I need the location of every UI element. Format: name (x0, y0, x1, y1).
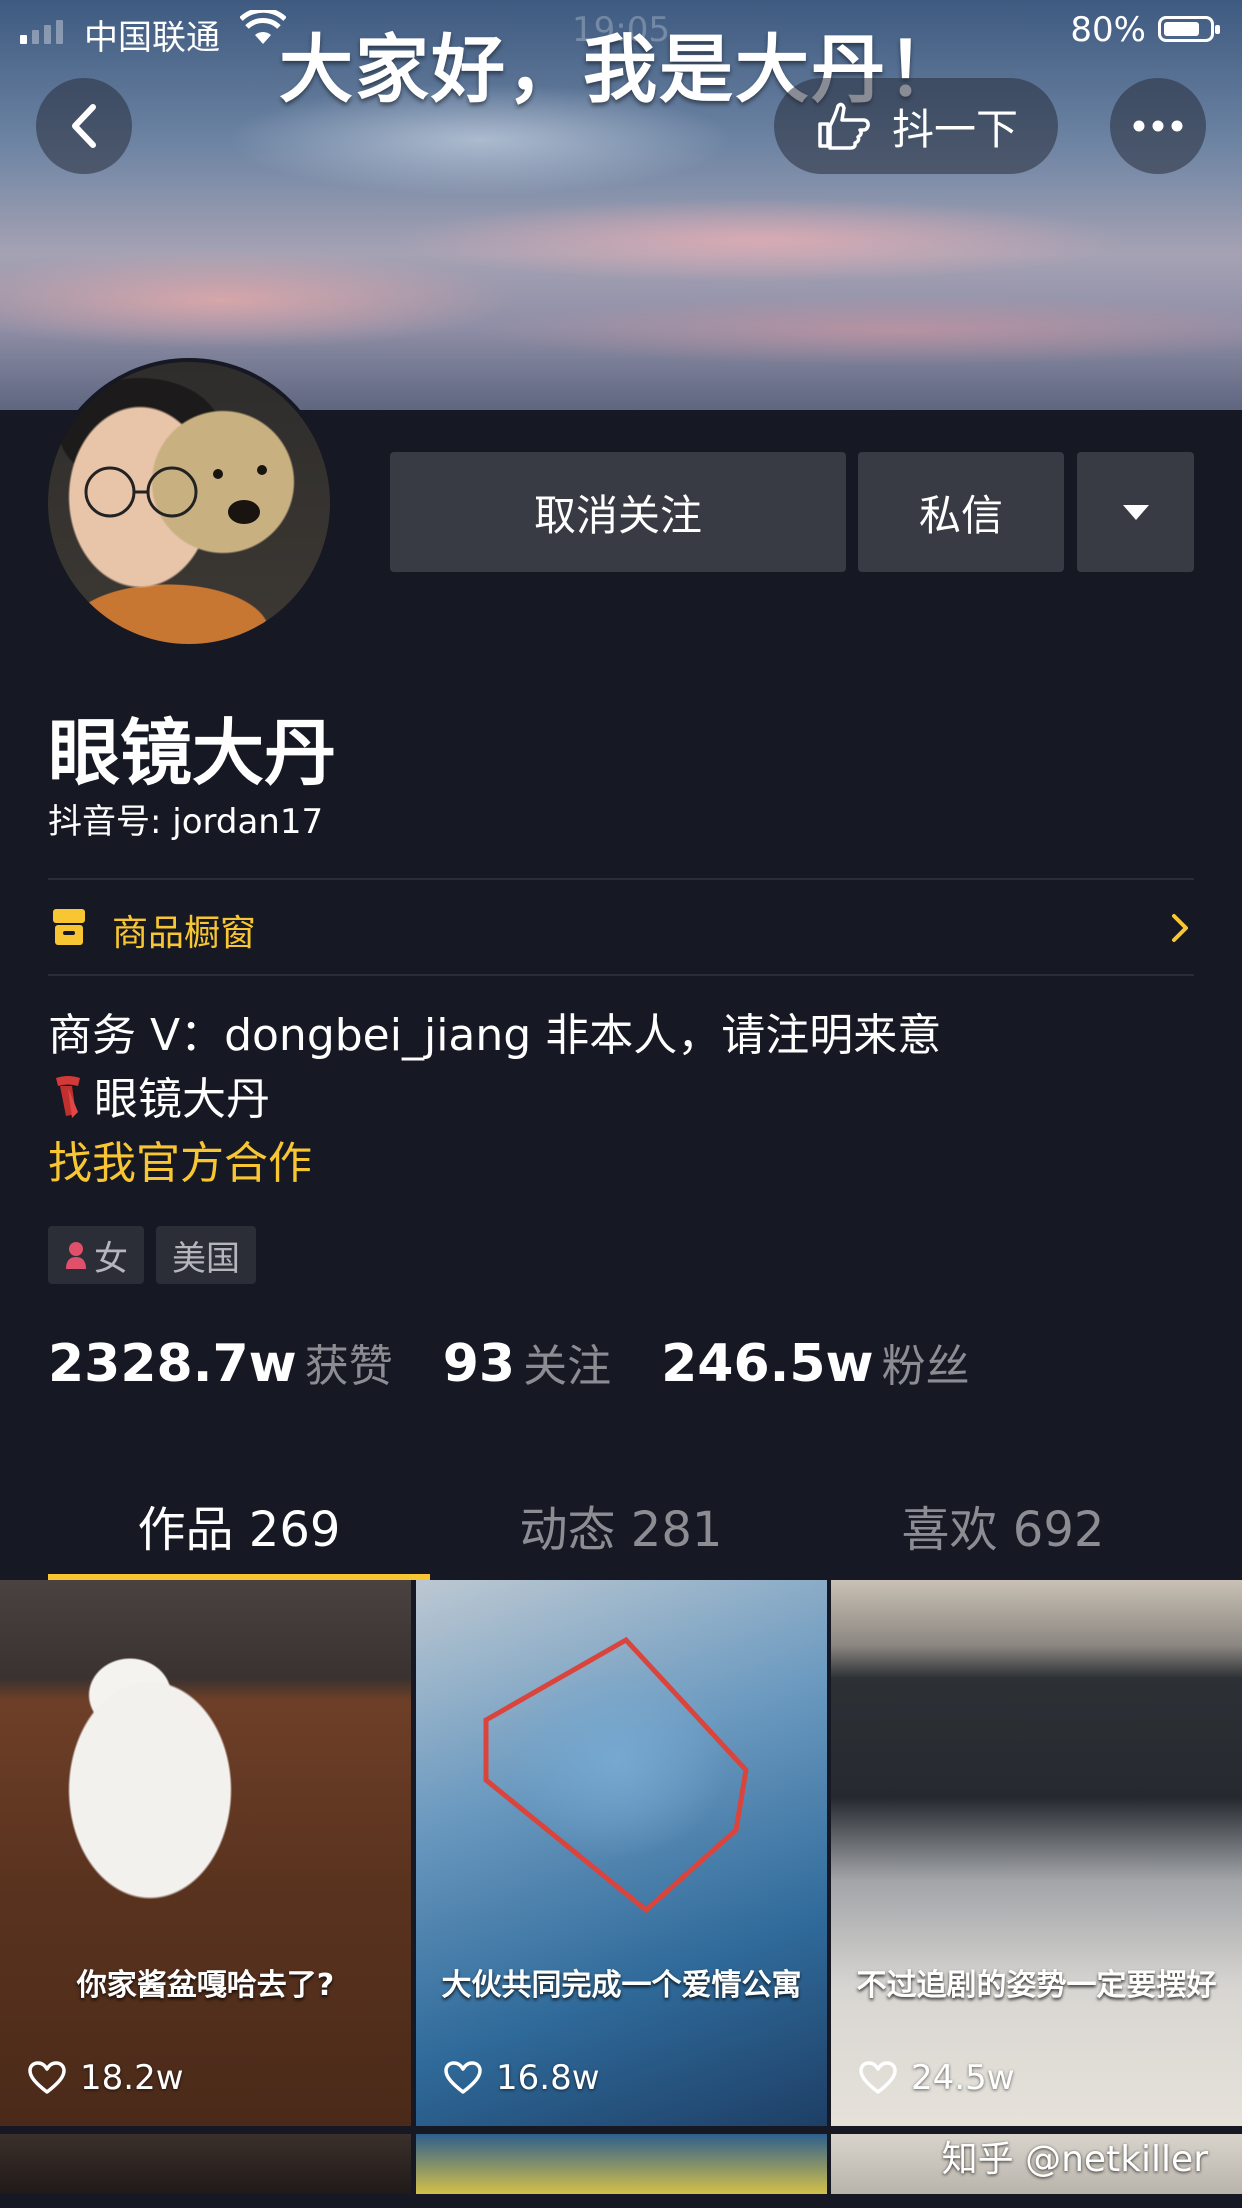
gender-tag-label: 女 (94, 1238, 128, 1279)
profile-tags: 女 美国 (48, 1226, 256, 1284)
divider (48, 974, 1194, 976)
profile-tabs: 作品 269 动态 281 喜欢 692 (48, 1480, 1194, 1580)
bio-line-2-text: 眼镜大丹 (94, 1074, 270, 1125)
video-thumbnail[interactable]: 不过追剧的姿势一定要摆好 24.5w (831, 1580, 1242, 2126)
video-thumbnail[interactable]: 你家酱盆嘎哈去了? 18.2w (0, 1580, 411, 2126)
video-thumbnail[interactable]: 大伙共同完成一个爱情公寓 16.8w (416, 1580, 827, 2126)
profile-nickname: 眼镜大丹 (48, 711, 337, 795)
house-outline-graphic (483, 1636, 749, 1914)
likes-label: 获赞 (304, 1341, 393, 1392)
signal-icon (20, 18, 63, 44)
wifi-icon (240, 10, 286, 44)
gender-tag: 女 (48, 1226, 144, 1284)
video-likes-count: 24.5w (911, 2058, 1015, 2098)
scarf-icon (56, 1076, 80, 1118)
chevron-left-icon (72, 104, 96, 148)
video-likes: 16.8w (444, 2058, 600, 2098)
video-caption: 不过追剧的姿势一定要摆好 (856, 1968, 1217, 2003)
female-icon (66, 1242, 86, 1269)
storefront-icon (53, 909, 85, 945)
status-time: 19:05 (572, 10, 670, 50)
carrier-name: 中国联通 (84, 18, 220, 58)
shop-window-label: 商品橱窗 (112, 913, 257, 954)
likes-count[interactable]: 2328.7w (48, 1334, 297, 1394)
pointing-hand-icon (818, 102, 870, 150)
poke-label: 抖一下 (891, 104, 1018, 154)
location-tag-label: 美国 (172, 1238, 240, 1279)
avatar[interactable] (44, 358, 334, 648)
following-label: 关注 (523, 1341, 612, 1392)
video-caption: 大伙共同完成一个爱情公寓 (441, 1968, 802, 2003)
video-thumbnail[interactable] (416, 2134, 827, 2194)
unfollow-button[interactable]: 取消关注 (390, 452, 846, 572)
poke-button[interactable]: 抖一下 (774, 78, 1058, 174)
heart-icon (28, 2061, 66, 2094)
chevron-right-icon (1172, 914, 1188, 942)
tab-works[interactable]: 作品 269 (48, 1490, 430, 1560)
profile-stats: 2328.7w 获赞 93 关注 246.5w 粉丝 (48, 1330, 1020, 1394)
heart-icon (444, 2061, 482, 2094)
dropdown-button[interactable] (1077, 452, 1194, 572)
shop-window-row[interactable]: 商品橱窗 (48, 880, 1194, 976)
profile-cover: 大家好，我是大丹！ (0, 0, 1242, 410)
battery-percent: 80% (1070, 10, 1146, 50)
followers-count[interactable]: 246.5w (661, 1334, 874, 1394)
triangle-down-icon (1122, 504, 1149, 520)
back-button[interactable] (36, 78, 132, 174)
profile-bio: 商务 V：dongbei_jiang 非本人，请注明来意 眼镜大丹 找我官方合作 (48, 1004, 941, 1196)
video-likes-count: 18.2w (80, 2058, 184, 2098)
bio-line-2: 眼镜大丹 (48, 1068, 941, 1132)
heart-icon (859, 2061, 897, 2094)
battery-fill (1164, 22, 1200, 36)
video-likes: 18.2w (28, 2058, 184, 2098)
official-cooperation-link[interactable]: 找我官方合作 (48, 1132, 941, 1196)
message-button[interactable]: 私信 (858, 452, 1064, 572)
location-tag: 美国 (156, 1226, 256, 1284)
more-button[interactable] (1110, 78, 1206, 174)
ellipsis-icon (1133, 120, 1183, 132)
watermark: 知乎 @netkiller (941, 2139, 1208, 2180)
tab-moments[interactable]: 动态 281 (430, 1490, 812, 1560)
status-bar: 中国联通 19:05 80% (0, 0, 1242, 60)
video-likes: 24.5w (859, 2058, 1015, 2098)
avatar-glasses (84, 465, 267, 524)
battery-icon (1158, 16, 1220, 42)
tab-likes[interactable]: 喜欢 692 (812, 1490, 1194, 1560)
following-count[interactable]: 93 (443, 1334, 515, 1394)
followers-label: 粉丝 (881, 1341, 970, 1392)
video-thumbnail[interactable] (0, 2134, 411, 2194)
bio-line-1: 商务 V：dongbei_jiang 非本人，请注明来意 (48, 1010, 942, 1061)
video-caption: 你家酱盆嘎哈去了? (76, 1968, 335, 2003)
video-likes-count: 16.8w (496, 2058, 600, 2098)
douyin-id: 抖音号: jordan17 (48, 802, 324, 842)
